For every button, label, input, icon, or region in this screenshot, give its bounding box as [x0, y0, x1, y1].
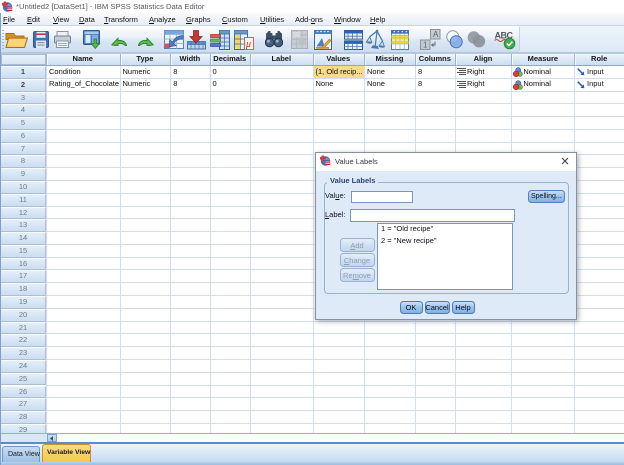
svg-text:A: A [433, 30, 439, 39]
svg-text:1: 1 [423, 41, 428, 50]
svg-text:μ: μ [245, 39, 251, 50]
